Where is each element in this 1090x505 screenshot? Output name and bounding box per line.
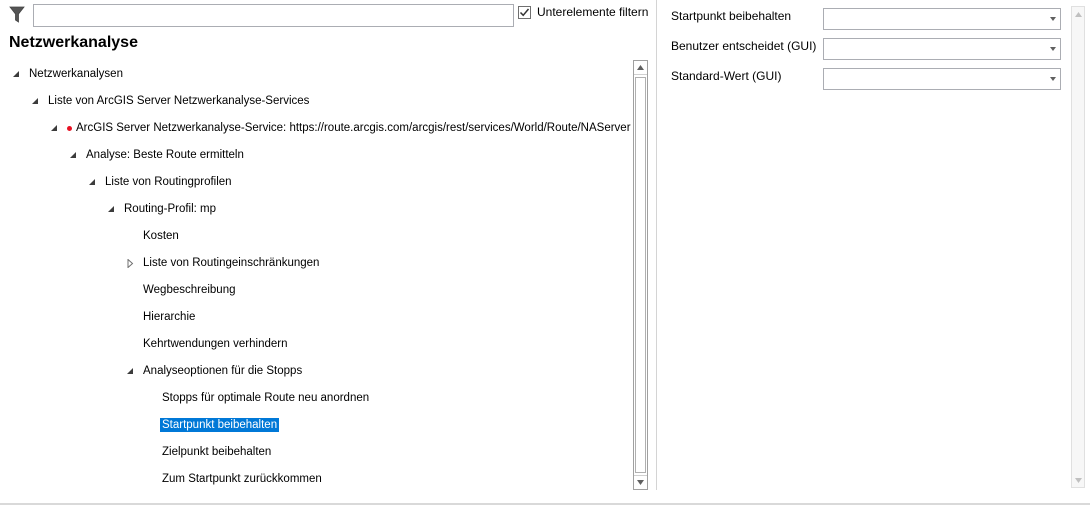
tree-node[interactable]: Analyseoptionen für die Stopps xyxy=(0,361,632,381)
scroll-up-button[interactable] xyxy=(1072,7,1084,21)
tree-node-label: Wegbeschreibung xyxy=(143,284,236,296)
tree-node-label: Zum Startpunkt zurückkommen xyxy=(162,473,322,485)
chevron-down-icon xyxy=(1050,47,1056,51)
tree-node-label: Routing-Profil: mp xyxy=(124,203,217,215)
scroll-up-button[interactable] xyxy=(634,61,647,75)
collapsed-arrow-icon[interactable] xyxy=(126,258,135,269)
tree-node-label: Liste von Routingeinschränkungen xyxy=(143,257,320,269)
tree-node-label: Kosten xyxy=(143,230,179,242)
chevron-down-icon xyxy=(1050,77,1056,81)
property-combo-startpoint[interactable] xyxy=(823,8,1061,30)
tree-node-label: Liste von ArcGIS Server Netzwerkanalyse-… xyxy=(48,95,310,107)
property-label: Startpunkt beibehalten xyxy=(671,9,792,23)
checkmark-icon xyxy=(519,8,530,17)
tree-node-label: Hierarchie xyxy=(143,311,196,323)
arrow-down-icon xyxy=(637,480,644,485)
tree-node-label: Analyseoptionen für die Stopps xyxy=(143,365,303,377)
filter-children-checkbox[interactable] xyxy=(518,6,531,19)
filter-children-label: Unterelemente filtern xyxy=(537,5,649,19)
chevron-down-icon xyxy=(1050,17,1056,21)
properties-pane: Startpunkt beibehalten Benutzer entschei… xyxy=(657,0,1090,505)
tree-node[interactable]: Stopps für optimale Route neu anordnen xyxy=(0,388,632,408)
tree-node-label: Liste von Routingprofilen xyxy=(105,176,232,188)
scroll-thumb[interactable] xyxy=(635,77,646,473)
tree-node-label: Zielpunkt beibehalten xyxy=(162,446,272,458)
tree-node[interactable]: Netzwerkanalysen xyxy=(0,64,632,84)
filter-input[interactable] xyxy=(33,4,514,27)
arrow-down-icon xyxy=(1074,477,1082,483)
funnel-icon xyxy=(9,6,25,24)
expanded-arrow-icon[interactable] xyxy=(69,151,78,160)
tree-node-label: Analyse: Beste Route ermitteln xyxy=(86,149,244,161)
tree-pane: Unterelemente filtern Netzwerkanalyse Ne… xyxy=(0,0,656,505)
expanded-arrow-icon[interactable] xyxy=(88,178,97,187)
property-combo-default-value[interactable] xyxy=(823,68,1061,90)
tree-node-label: Startpunkt beibehalten xyxy=(160,418,280,432)
scroll-down-button[interactable] xyxy=(1072,473,1084,487)
tree-scrollbar[interactable] xyxy=(633,60,648,490)
tree-view: Netzwerkanalysen Liste von ArcGIS Server … xyxy=(0,60,632,492)
tree-node[interactable]: Liste von Routingeinschränkungen xyxy=(0,253,632,273)
properties-scrollbar[interactable] xyxy=(1071,6,1085,488)
property-label: Benutzer entscheidet (GUI) xyxy=(671,39,817,53)
tree-node[interactable]: Routing-Profil: mp xyxy=(0,199,632,219)
tree-node[interactable]: Liste von ArcGIS Server Netzwerkanalyse-… xyxy=(0,91,632,111)
tree-node[interactable]: Hierarchie xyxy=(0,307,632,327)
arrow-up-icon xyxy=(1074,11,1082,17)
tree-node-label: ArcGIS Server Netzwerkanalyse-Service: h… xyxy=(76,122,631,134)
property-combo-user-decides[interactable] xyxy=(823,38,1061,60)
tree-node[interactable]: Analyse: Beste Route ermitteln xyxy=(0,145,632,165)
tree-node[interactable]: Startpunkt beibehalten xyxy=(0,415,632,435)
tree-node[interactable]: Zum Startpunkt zurückkommen xyxy=(0,469,632,489)
expanded-arrow-icon[interactable] xyxy=(50,124,59,133)
expanded-arrow-icon[interactable] xyxy=(107,205,116,214)
tree-node-label: Stopps für optimale Route neu anordnen xyxy=(162,392,370,404)
page-title: Netzwerkanalyse xyxy=(9,34,138,51)
tree-node-label: Kehrtwendungen verhindern xyxy=(143,338,288,350)
expanded-arrow-icon[interactable] xyxy=(31,97,40,106)
arrow-up-icon xyxy=(637,65,644,70)
tree-node[interactable]: ArcGIS Server Netzwerkanalyse-Service: h… xyxy=(0,118,632,138)
tree-node[interactable]: Wegbeschreibung xyxy=(0,280,632,300)
error-dot-icon xyxy=(67,126,72,131)
tree-node[interactable]: Liste von Routingprofilen xyxy=(0,172,632,192)
expanded-arrow-icon[interactable] xyxy=(126,367,135,376)
tree-node[interactable]: Kosten xyxy=(0,226,632,246)
network-analysis-panel: Unterelemente filtern Netzwerkanalyse Ne… xyxy=(0,0,1090,505)
tree-node[interactable]: Zielpunkt beibehalten xyxy=(0,442,632,462)
expanded-arrow-icon[interactable] xyxy=(12,70,21,79)
tree-node[interactable]: Kehrtwendungen verhindern xyxy=(0,334,632,354)
tree-node-label: Netzwerkanalysen xyxy=(29,68,123,80)
property-label: Standard-Wert (GUI) xyxy=(671,69,782,83)
scroll-down-button[interactable] xyxy=(634,475,647,489)
